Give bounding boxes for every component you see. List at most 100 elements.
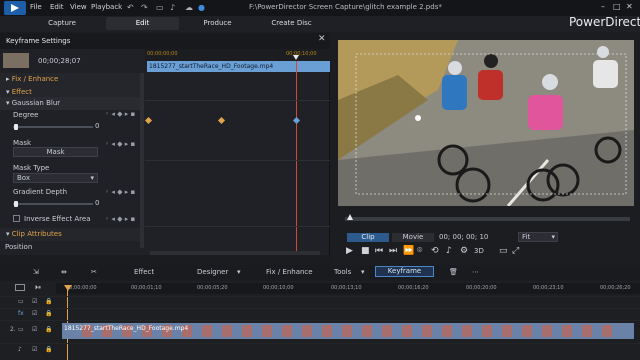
volume-icon[interactable]: ♪ (446, 246, 452, 256)
scrubber-handle-icon[interactable] (347, 214, 353, 220)
video-track-icon: ▭ (18, 326, 24, 333)
mode-3d-button[interactable]: 3D (474, 247, 484, 255)
degree-knob[interactable] (14, 124, 18, 130)
powerdirector-icon[interactable]: ● (198, 4, 206, 12)
menu-file[interactable]: File (30, 3, 42, 11)
play-icon[interactable]: ▶ (346, 246, 353, 256)
tab-capture[interactable]: Capture (25, 17, 99, 30)
audio-track-icon: ♪ (18, 346, 22, 353)
cloud-icon[interactable]: ☁ (185, 4, 193, 12)
fast-forward-icon[interactable]: ⏩ (403, 246, 414, 256)
mask-button[interactable]: Mask (13, 147, 98, 157)
lock-icon[interactable]: 🔒 (45, 298, 52, 305)
loop-icon[interactable]: ⟲ (431, 246, 439, 256)
redo-icon[interactable]: ↷ (141, 4, 149, 12)
lock-icon[interactable]: 🔒 (45, 326, 52, 333)
menu-view[interactable]: View (70, 3, 87, 11)
panel-scrollbar[interactable] (140, 73, 144, 248)
more-icon[interactable]: ⋯ (472, 266, 479, 278)
gradient-value: 0 (95, 199, 100, 207)
effect-button[interactable]: Effect (134, 266, 154, 278)
panel-close-icon[interactable]: ✕ (318, 34, 326, 44)
trim-icon[interactable]: ⇹ (61, 266, 67, 278)
keyframe-clip-bar: 1815277_startTheRace_HD_Footage.mp4 (147, 61, 330, 72)
fix-enhance-button[interactable]: Fix / Enhance (266, 266, 313, 278)
degree-slider[interactable] (13, 126, 93, 128)
maximize-icon[interactable]: □ (613, 2, 621, 11)
preview-tab-movie[interactable]: Movie (392, 233, 434, 242)
mask-type-select[interactable]: Box ▾ (13, 173, 98, 183)
divider (145, 226, 330, 227)
degree-label: Degree (13, 111, 39, 119)
playhead-icon[interactable] (293, 55, 299, 60)
chevron-down-icon: ▾ (551, 233, 555, 241)
snapshot-icon[interactable]: ⌾ (417, 246, 422, 256)
stop-icon[interactable]: ■ (361, 246, 370, 256)
section-fix-enhance[interactable]: ▸ Fix / Enhance (0, 73, 143, 86)
tools-button[interactable]: Tools (334, 266, 351, 278)
volume-icon[interactable]: ♪ (170, 4, 178, 12)
chevron-down-icon[interactable]: ▾ (237, 266, 241, 278)
layout-icon[interactable]: ▭ (156, 4, 164, 12)
preview-video[interactable] (338, 40, 634, 206)
timeline-playhead-icon[interactable] (64, 285, 72, 291)
menu-playback[interactable]: Playback (91, 3, 122, 11)
fullscreen-icon[interactable]: ⤢ (512, 246, 519, 256)
next-frame-icon[interactable]: ⏭ (389, 246, 397, 256)
timeline-tick: 00;00;13;10 (331, 285, 362, 291)
settings-icon[interactable]: ⚙ (460, 246, 468, 256)
preview-scrubber[interactable] (345, 217, 630, 221)
trash-icon[interactable]: 🗑 (449, 266, 458, 278)
zoom-select[interactable]: Fit ▾ (518, 232, 558, 242)
checkbox-icon[interactable]: ☑ (32, 346, 37, 353)
checkbox-icon[interactable]: ☑ (32, 298, 37, 305)
previous-frame-icon[interactable]: ⏮ (375, 246, 383, 256)
tab-produce[interactable]: Produce (182, 17, 253, 30)
chevron-down-icon[interactable]: ▾ (361, 266, 365, 278)
close-icon[interactable]: ✕ (626, 2, 633, 11)
timeline-tick: 00;00;23;10 (533, 285, 564, 291)
designer-button[interactable]: Designer (197, 266, 228, 278)
minimize-icon[interactable]: – (601, 2, 605, 11)
inverse-checkbox[interactable] (13, 215, 20, 222)
menu-edit[interactable]: Edit (50, 3, 64, 11)
keyframe-nav-icons[interactable]: ◦ ◂ ◆ ▸ ▪ (105, 188, 135, 196)
timeline-clip-label: 1815277_startTheRace_HD_Footage.mp4 (64, 325, 189, 332)
checkbox-icon[interactable]: ☑ (32, 326, 37, 333)
keyframe-nav-icons[interactable]: ◦ ◂ ◆ ▸ ▪ (105, 110, 135, 118)
divider (145, 100, 330, 101)
split-icon[interactable]: ✂ (91, 266, 97, 278)
effect-gaussian-blur[interactable]: ▾ Gaussian Blur (0, 97, 143, 110)
app-logo-icon (4, 1, 26, 15)
tab-create-disc[interactable]: Create Disc (255, 17, 328, 30)
panel-timecode: 00;00;28;07 (38, 57, 81, 65)
inverse-label: Inverse Effect Area (24, 215, 91, 223)
tab-edit[interactable]: Edit (106, 17, 179, 30)
lock-icon[interactable]: 🔒 (45, 346, 52, 353)
track-row (0, 343, 640, 354)
clip-thumbnail (3, 53, 29, 68)
keyframe-nav-icons[interactable]: ◦ ◂ ◆ ▸ ▪ (105, 140, 135, 148)
keyframe-nav-icons[interactable]: ◦ ◂ ◆ ▸ ▪ (105, 215, 135, 223)
track-row (0, 308, 640, 319)
preview-timecode: 00; 00; 00; 10 (439, 233, 489, 241)
video-track-icon: ▭ (18, 298, 24, 305)
section-clip-attributes[interactable]: ▾ Clip Attributes (0, 228, 143, 241)
mask-type-label: Mask Type (13, 164, 50, 172)
external-display-icon[interactable]: ▭ (499, 246, 508, 256)
lock-icon[interactable]: 🔒 (45, 310, 52, 317)
preview-tab-clip[interactable]: Clip (347, 233, 389, 242)
snap-icon[interactable]: ⇲ (33, 266, 39, 278)
gradient-label: Gradient Depth (13, 188, 68, 196)
keyframe-button[interactable]: Keyframe (375, 266, 434, 277)
keyframe-hscrollbar[interactable] (150, 251, 320, 255)
ruler-tick: 00;00;00;00 (147, 51, 178, 57)
zoom-value: Fit (522, 233, 531, 241)
timeline-tick: 00;00;05;20 (197, 285, 228, 291)
gradient-slider[interactable] (13, 203, 93, 205)
checkbox-icon[interactable]: ☑ (32, 310, 37, 317)
track-manager-icon[interactable] (15, 284, 25, 291)
gradient-knob[interactable] (14, 201, 18, 207)
undo-icon[interactable]: ↶ (127, 4, 135, 12)
marker-icon[interactable]: ⏵⏸ (35, 284, 41, 292)
